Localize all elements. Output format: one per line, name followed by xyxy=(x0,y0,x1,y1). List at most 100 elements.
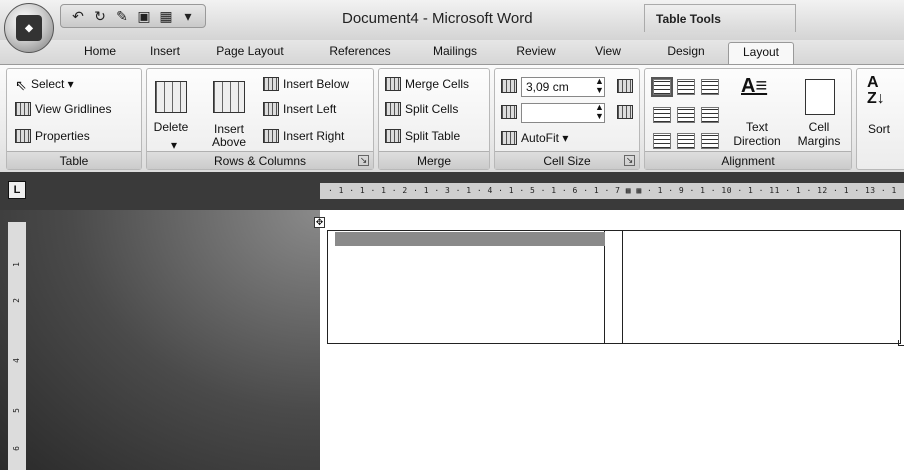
sort-icon[interactable]: A Z↓ xyxy=(867,75,885,107)
split-table-label: Split Table xyxy=(405,129,461,143)
column-width-icon xyxy=(501,105,517,119)
insert-left-label: Insert Left xyxy=(283,102,337,116)
undo-icon[interactable]: ↶ xyxy=(69,8,87,25)
group-cell-size: 3,09 cm ▲ ▼ ▲ ▼ AutoFit ▾ Cell Size ↘ xyxy=(494,68,640,170)
vertical-ruler[interactable]: 1 2 4 5 6 xyxy=(8,222,26,470)
group-merge: Merge Cells Split Cells Split Table Merg… xyxy=(378,68,490,170)
insert-left-button[interactable]: Insert Left xyxy=(263,102,336,116)
align-center-left-icon[interactable] xyxy=(653,107,671,123)
document-background xyxy=(0,210,320,470)
align-top-right-icon[interactable] xyxy=(701,79,719,95)
quick-access-toolbar: ↶ ↻ ✎ ▣ ▦ ▾ xyxy=(60,4,206,28)
redo-icon[interactable]: ↻ xyxy=(91,8,109,25)
edit-icon[interactable]: ✎ xyxy=(113,8,131,25)
customize-icon[interactable]: ▾ xyxy=(179,8,197,25)
cell-margins-line1[interactable]: Cell xyxy=(791,121,847,134)
insert-left-icon xyxy=(263,102,279,116)
office-button[interactable]: ◆ xyxy=(4,3,54,53)
insert-below-icon xyxy=(263,77,279,91)
distribute-columns-icon[interactable] xyxy=(617,105,633,119)
merge-cells-button[interactable]: Merge Cells xyxy=(385,77,469,91)
cell-margins-icon[interactable] xyxy=(805,79,835,115)
align-bottom-center-icon[interactable] xyxy=(677,133,695,149)
document-table[interactable] xyxy=(327,230,901,344)
align-top-center-icon[interactable] xyxy=(677,79,695,95)
insert-below-button[interactable]: Insert Below xyxy=(263,77,349,91)
layout-icon[interactable]: ▦ xyxy=(157,8,175,25)
text-direction-icon[interactable]: A≡ xyxy=(741,75,767,98)
align-center-icon[interactable] xyxy=(677,107,695,123)
split-table-icon xyxy=(385,129,401,143)
properties-label: Properties xyxy=(35,129,90,143)
align-bottom-right-icon[interactable] xyxy=(701,133,719,149)
vertical-ruler-mark: 2 xyxy=(12,298,21,303)
table-cell[interactable] xyxy=(328,231,605,343)
view-gridlines-label: View Gridlines xyxy=(35,102,112,116)
tab-view[interactable]: View xyxy=(586,44,630,64)
table-move-handle-icon[interactable]: ✥ xyxy=(314,217,325,228)
office-logo-icon: ◆ xyxy=(16,15,42,41)
tab-review[interactable]: Review xyxy=(508,44,564,64)
tab-home[interactable]: Home xyxy=(72,44,128,64)
align-top-left-icon[interactable] xyxy=(651,77,673,97)
row-height-input[interactable]: 3,09 cm xyxy=(521,77,605,97)
group-data: A Z↓ Sort xyxy=(856,68,904,170)
save-icon[interactable]: ▣ xyxy=(135,8,153,25)
insert-below-label: Insert Below xyxy=(283,77,350,91)
delete-icon[interactable] xyxy=(155,81,187,113)
properties-button[interactable]: Properties xyxy=(15,129,90,143)
horizontal-ruler[interactable]: · 1 · 1 · 1 · 2 · 1 · 3 · 1 · 4 · 1 · 5 … xyxy=(320,183,904,199)
table-cell[interactable] xyxy=(605,231,623,343)
ruler-bar: L · 1 · 1 · 1 · 2 · 1 · 3 · 1 · 4 · 1 · … xyxy=(0,172,904,210)
distribute-rows-icon[interactable] xyxy=(617,79,633,93)
text-direction-line2[interactable]: Direction xyxy=(729,135,785,148)
tab-page-layout[interactable]: Page Layout xyxy=(206,44,294,64)
sort-button[interactable]: Sort xyxy=(859,123,899,136)
row-height-spinner-icon[interactable]: ▲ ▼ xyxy=(595,77,604,95)
group-table: ⇖ Select ▾ View Gridlines Properties Tab… xyxy=(6,68,142,170)
properties-icon xyxy=(15,129,31,143)
title-bar: ◆ ↶ ↻ ✎ ▣ ▦ ▾ Document4 - Microsoft Word… xyxy=(0,0,904,53)
tab-design[interactable]: Design xyxy=(656,44,716,64)
ribbon-tabs: Home Insert Page Layout References Maili… xyxy=(0,40,904,66)
row-height-icon xyxy=(501,79,517,93)
align-center-right-icon[interactable] xyxy=(701,107,719,123)
window-title: Document4 - Microsoft Word xyxy=(342,10,533,27)
tab-insert[interactable]: Insert xyxy=(140,44,190,64)
insert-above-icon[interactable] xyxy=(213,81,245,113)
ribbon: ⇖ Select ▾ View Gridlines Properties Tab… xyxy=(0,64,904,172)
column-width-input[interactable] xyxy=(521,103,605,123)
tab-layout[interactable]: Layout xyxy=(728,42,794,66)
group-label-alignment: Alignment xyxy=(645,151,851,169)
align-bottom-left-icon[interactable] xyxy=(653,133,671,149)
insert-right-label: Insert Right xyxy=(283,129,345,143)
select-button[interactable]: ⇖ Select ▾ xyxy=(15,77,74,93)
tab-selector-button[interactable]: L xyxy=(8,181,26,199)
cell-margins-line2[interactable]: Margins xyxy=(791,135,847,148)
cursor-icon: ⇖ xyxy=(15,77,27,93)
dialog-launcher-icon[interactable]: ↘ xyxy=(358,155,369,166)
autofit-label: AutoFit ▾ xyxy=(521,131,569,145)
split-table-button[interactable]: Split Table xyxy=(385,129,460,143)
table-cell[interactable] xyxy=(623,231,900,343)
select-label: Select ▾ xyxy=(31,77,74,91)
vertical-ruler-mark: 4 xyxy=(12,358,21,363)
tab-references[interactable]: References xyxy=(318,44,402,64)
delete-button[interactable]: Delete xyxy=(149,121,193,134)
group-label-cell-size: Cell Size xyxy=(495,151,639,169)
column-width-spinner-icon[interactable]: ▲ ▼ xyxy=(595,103,604,121)
vertical-ruler-mark: 6 xyxy=(12,446,21,451)
table-resize-handle[interactable] xyxy=(898,340,904,346)
tab-mailings[interactable]: Mailings xyxy=(422,44,488,64)
autofit-button[interactable]: AutoFit ▾ xyxy=(501,131,568,145)
insert-above-line2[interactable]: Above xyxy=(207,136,251,149)
merge-cells-icon xyxy=(385,77,401,91)
insert-right-icon xyxy=(263,129,279,143)
split-cells-button[interactable]: Split Cells xyxy=(385,102,458,116)
vertical-ruler-mark: 5 xyxy=(12,408,21,413)
view-gridlines-button[interactable]: View Gridlines xyxy=(15,102,111,116)
text-direction-line1[interactable]: Text xyxy=(729,121,785,134)
merge-cells-label: Merge Cells xyxy=(405,77,470,91)
insert-right-button[interactable]: Insert Right xyxy=(263,129,344,143)
dialog-launcher-icon[interactable]: ↘ xyxy=(624,155,635,166)
